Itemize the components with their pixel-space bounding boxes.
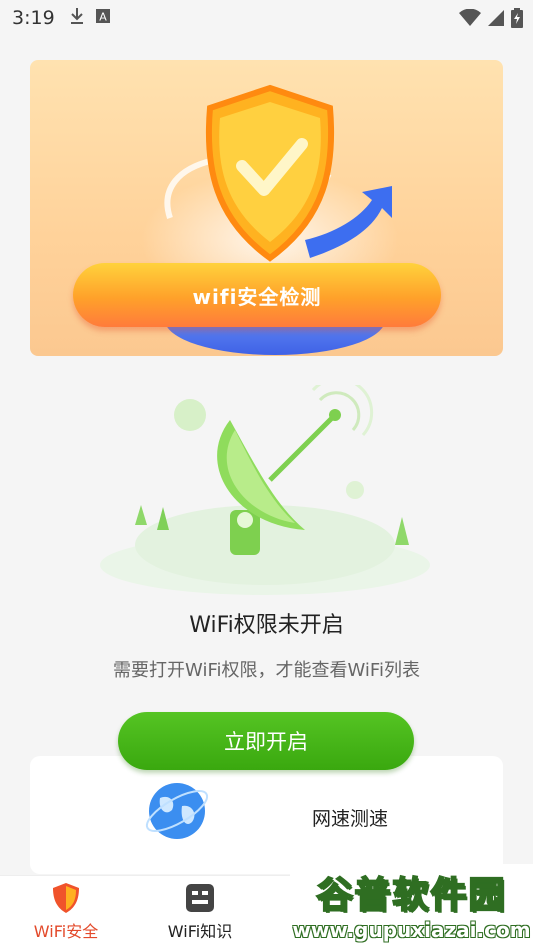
nav-item-wifi-security[interactable]: WiFi安全: [16, 882, 116, 946]
satellite-dish-illustration-icon: [100, 385, 430, 595]
speed-test-card[interactable]: 网速测速: [30, 756, 503, 874]
nav-label-wifi-knowledge: WiFi知识: [167, 922, 233, 941]
shield-icon: [53, 883, 79, 913]
wifi-security-check-button[interactable]: wifi安全检测: [73, 263, 441, 327]
download-icon: [69, 7, 85, 29]
svg-text:A: A: [99, 11, 107, 24]
status-time: 3:19: [12, 7, 55, 29]
nav-label-wifi-security: WiFi安全: [33, 922, 99, 941]
permission-description: 需要打开WiFi权限，才能查看WiFi列表: [113, 660, 420, 681]
status-bar: 3:19 A: [0, 0, 533, 36]
watermark-url: www.gupuxiazai.com: [292, 918, 531, 942]
watermark-title: 谷普软件园: [315, 874, 507, 917]
globe-icon: [145, 783, 209, 839]
speed-test-label: 网速测速: [312, 808, 389, 830]
status-right: [459, 8, 523, 32]
site-watermark: 谷普软件园 www.gupuxiazai.com: [290, 864, 533, 944]
security-hero-card: wifi安全检测: [30, 60, 503, 356]
signal-icon: [487, 9, 505, 31]
nav-item-wifi-knowledge[interactable]: WiFi知识: [150, 882, 250, 946]
open-permission-button[interactable]: 立即开启: [118, 712, 414, 770]
permission-title: WiFi权限未开启: [189, 613, 344, 638]
battery-icon: [511, 8, 523, 32]
wifi-icon: [459, 8, 481, 31]
document-icon: [186, 884, 214, 912]
a-icon: A: [95, 8, 111, 28]
